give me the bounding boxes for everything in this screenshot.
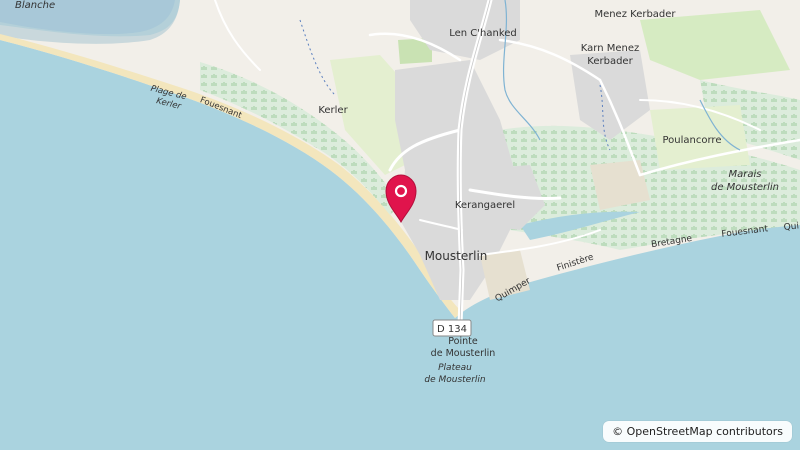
label-poulancorre: Poulancorre	[663, 135, 722, 146]
label-quimper-partial: Qui	[783, 221, 799, 233]
label-len-chanked: Len C'hanked	[449, 28, 517, 39]
label-kerbader: Kerbader	[587, 56, 633, 67]
label-kerangaerel: Kerangaerel	[455, 200, 515, 211]
label-plateau-de-mousterlin: de Mousterlin	[424, 375, 486, 385]
label-kerler: Kerler	[318, 105, 348, 116]
attribution-text: © OpenStreetMap contributors	[612, 425, 783, 438]
label-pointe: Pointe	[448, 336, 478, 347]
label-menez-kerbader: Menez Kerbader	[594, 9, 676, 20]
label-plateau: Plateau	[438, 363, 472, 373]
road-shield-label: D 134	[437, 324, 467, 335]
label-marais: Marais	[729, 169, 762, 180]
map-attribution[interactable]: © OpenStreetMap contributors	[603, 421, 792, 442]
label-mousterlin: Mousterlin	[425, 249, 488, 263]
road-shield-d134: D 134	[432, 319, 472, 337]
label-karn-menez: Karn Menez	[581, 43, 639, 54]
map-canvas[interactable]: Blanche Len C'hanked Menez Kerbader Karn…	[0, 0, 800, 450]
label-marais-de-mousterlin: de Mousterlin	[711, 182, 779, 193]
label-blanche: Blanche	[15, 0, 55, 11]
label-pointe-de-mousterlin: de Mousterlin	[431, 348, 496, 359]
